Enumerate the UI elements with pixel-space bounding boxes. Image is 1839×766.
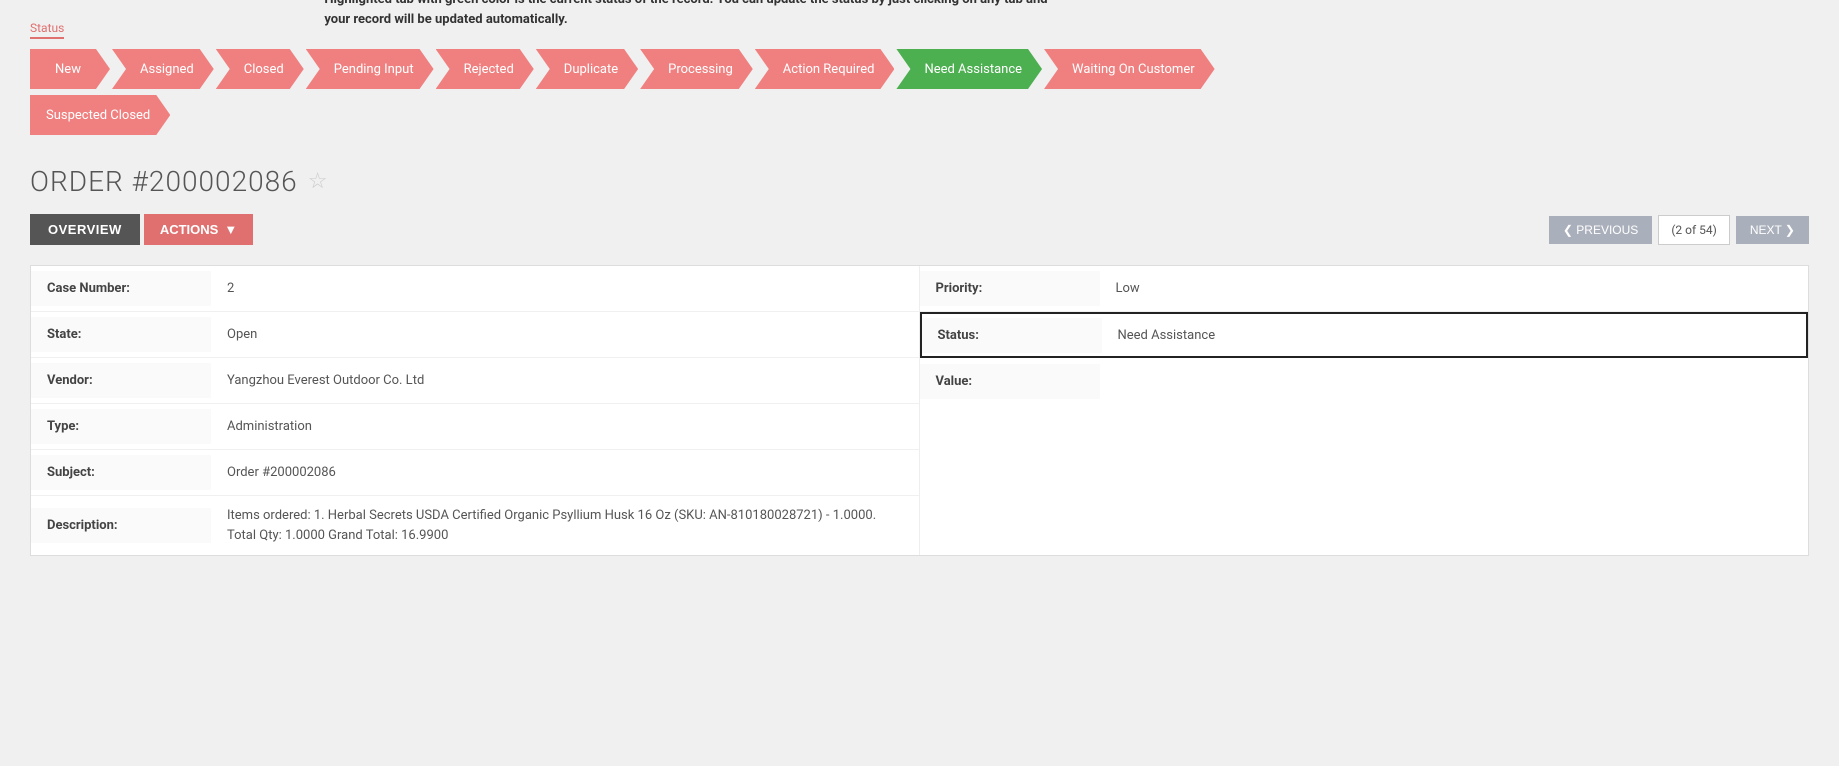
field-value: Low — [1100, 271, 1809, 306]
field-row-description-: Description:Items ordered: 1. Herbal Sec… — [31, 496, 919, 555]
action-bar-left: OVERVIEW ACTIONS ▼ — [30, 214, 253, 245]
field-label: State: — [31, 317, 211, 352]
field-value: 2 — [211, 271, 919, 306]
status-tab-new[interactable]: New — [30, 49, 110, 89]
field-value: Need Assistance — [1102, 318, 1807, 353]
field-label: Case Number: — [31, 271, 211, 306]
status-tab-assigned[interactable]: Assigned — [112, 49, 214, 89]
order-title: ORDER #200002086 ☆ — [30, 165, 1809, 198]
field-value: Open — [211, 317, 919, 352]
previous-button[interactable]: ❮ PREVIOUS — [1549, 216, 1652, 244]
status-tab-closed[interactable]: Closed — [216, 49, 304, 89]
record-card: Case Number:2State:OpenVendor:Yangzhou E… — [30, 265, 1809, 556]
field-row-type-: Type:Administration — [31, 404, 919, 450]
actions-button[interactable]: ACTIONS ▼ — [144, 214, 253, 245]
status-tab-pending-input[interactable]: Pending Input — [306, 49, 434, 89]
status-tab-action-required[interactable]: Action Required — [755, 49, 895, 89]
star-icon[interactable]: ☆ — [308, 169, 329, 194]
order-number: ORDER #200002086 — [30, 165, 298, 198]
status-tab-duplicate[interactable]: Duplicate — [536, 49, 638, 89]
field-label: Status: — [922, 318, 1102, 353]
pipeline-row-2: Suspected Closed — [30, 95, 1809, 135]
record-left: Case Number:2State:OpenVendor:Yangzhou E… — [31, 266, 920, 555]
status-tab-processing[interactable]: Processing — [640, 49, 753, 89]
order-section: ORDER #200002086 ☆ OVERVIEW ACTIONS ▼ ❮ … — [30, 165, 1809, 556]
status-header: Status Highlighted tab with green color … — [30, 20, 1809, 135]
field-row-subject-: Subject:Order #200002086 — [31, 450, 919, 496]
field-value — [1100, 371, 1809, 391]
field-label: Vendor: — [31, 363, 211, 398]
status-label: Status — [30, 21, 64, 39]
field-row-vendor-: Vendor:Yangzhou Everest Outdoor Co. Ltd — [31, 358, 919, 404]
field-value: Order #200002086 — [211, 455, 919, 490]
field-row-state-: State:Open — [31, 312, 919, 358]
action-bar: OVERVIEW ACTIONS ▼ ❮ PREVIOUS (2 of 54) … — [30, 214, 1809, 245]
actions-label: ACTIONS — [160, 222, 219, 237]
field-value: Yangzhou Everest Outdoor Co. Ltd — [211, 363, 919, 398]
action-bar-right: ❮ PREVIOUS (2 of 54) NEXT ❯ — [1549, 215, 1809, 245]
status-tab-waiting-on-customer[interactable]: Waiting On Customer — [1044, 49, 1215, 89]
record-grid: Case Number:2State:OpenVendor:Yangzhou E… — [31, 266, 1808, 555]
page-indicator: (2 of 54) — [1658, 215, 1730, 245]
field-label: Description: — [31, 508, 211, 543]
pipeline-row-1: NewAssignedClosedPending InputRejectedDu… — [30, 49, 1809, 89]
field-row-case-number-: Case Number:2 — [31, 266, 919, 312]
field-row-value-: Value: — [920, 358, 1809, 404]
status-tab-rejected[interactable]: Rejected — [436, 49, 534, 89]
status-tab-suspected-closed[interactable]: Suspected Closed — [30, 95, 170, 135]
field-value: Administration — [211, 409, 919, 444]
overview-button[interactable]: OVERVIEW — [30, 214, 140, 245]
field-value: Items ordered: 1. Herbal Secrets USDA Ce… — [211, 496, 919, 555]
tooltip-text: Highlighted tab with green color is the … — [324, 0, 1074, 29]
page-container: Status Highlighted tab with green color … — [0, 0, 1839, 766]
field-row-status-: Status:Need Assistance — [920, 312, 1809, 358]
field-label: Priority: — [920, 271, 1100, 306]
field-label: Type: — [31, 409, 211, 444]
status-tab-need-assistance[interactable]: Need Assistance — [896, 49, 1042, 89]
record-right: Priority:LowStatus:Need AssistanceValue: — [920, 266, 1809, 555]
field-label: Subject: — [31, 455, 211, 490]
field-label: Value: — [920, 364, 1100, 399]
actions-chevron-icon: ▼ — [224, 222, 237, 237]
field-row-priority-: Priority:Low — [920, 266, 1809, 312]
next-button[interactable]: NEXT ❯ — [1736, 216, 1809, 244]
